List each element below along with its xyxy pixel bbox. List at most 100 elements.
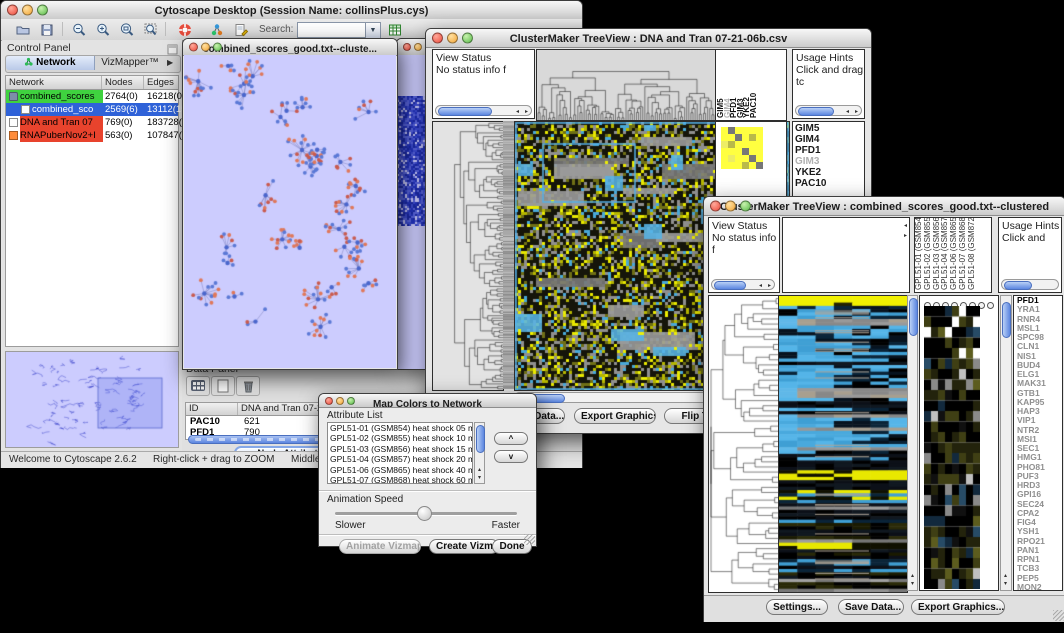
import-table-button[interactable]: [385, 21, 405, 38]
col-id[interactable]: ID: [186, 403, 238, 415]
dense-network-canvas[interactable]: [397, 96, 428, 226]
view-status-hscrollbar[interactable]: ◂ ▸: [711, 279, 775, 290]
settings-button[interactable]: Settings...: [766, 599, 828, 615]
matrix-cell[interactable]: [728, 134, 735, 141]
matrix-cell[interactable]: [735, 141, 742, 148]
minimize-button[interactable]: [336, 397, 344, 405]
scroll-thumb[interactable]: [798, 107, 834, 116]
scroll-down-icon[interactable]: ▾: [911, 580, 914, 588]
maximize-button[interactable]: [213, 43, 222, 52]
create-vizmap-button[interactable]: Create Vizmap: [429, 539, 499, 554]
matrix-cell[interactable]: [749, 141, 756, 148]
matrix-cell[interactable]: [742, 141, 749, 148]
minimize-button[interactable]: [414, 43, 422, 51]
export-graphics-button[interactable]: Export Graphics...: [574, 408, 656, 424]
treeview-dna-titlebar[interactable]: ClusterMaker TreeView : DNA and Tran 07-…: [426, 29, 871, 48]
matrix-cell[interactable]: [728, 127, 735, 134]
usage-hints-hscrollbar[interactable]: [1001, 279, 1059, 290]
attribute-item[interactable]: GPL51-06 (GSM865) heat shock 40 min: [328, 465, 472, 475]
open-button[interactable]: [13, 21, 33, 38]
matrix-cell[interactable]: [735, 162, 742, 169]
attribute-item[interactable]: GPL51-01 (GSM854) heat shock 05 min: [328, 423, 472, 433]
attribute-item[interactable]: GPL51-07 (GSM868) heat shock 60 min: [328, 475, 472, 484]
column-dendrogram-canvas[interactable]: [536, 49, 716, 121]
view-status-hscrollbar[interactable]: ◂ ▸: [435, 105, 532, 116]
plugin-button[interactable]: [207, 21, 227, 38]
matrix-cell[interactable]: [749, 134, 756, 141]
col-network[interactable]: Network: [6, 76, 102, 89]
close-button[interactable]: [189, 43, 198, 52]
matrix-cell[interactable]: [728, 162, 735, 169]
matrix-cell[interactable]: [742, 148, 749, 155]
maximize-button[interactable]: [347, 397, 355, 405]
matrix-cell[interactable]: [742, 134, 749, 141]
scroll-up-icon[interactable]: ▴: [478, 466, 481, 474]
matrix-cell[interactable]: [749, 162, 756, 169]
matrix-cell[interactable]: [756, 134, 763, 141]
minimize-button[interactable]: [725, 201, 736, 212]
attribute-item[interactable]: GPL51-04 (GSM857) heat shock 20 min: [328, 454, 472, 464]
scroll-thumb[interactable]: [438, 107, 492, 116]
heatmap-canvas[interactable]: [778, 295, 908, 593]
attribute-item[interactable]: GPL51-03 (GSM856) heat shock 15 min: [328, 444, 472, 454]
maximize-button[interactable]: [740, 201, 751, 212]
resize-grip[interactable]: [1053, 610, 1064, 621]
zoom-fit-button[interactable]: [117, 21, 137, 38]
tab-overflow-icon[interactable]: ▶: [167, 58, 173, 67]
matrix-cell[interactable]: [735, 148, 742, 155]
gene-list-vscrollbar[interactable]: ▴ ▾: [1000, 295, 1012, 591]
resize-grip[interactable]: [524, 534, 535, 545]
network-row[interactable]: combined_scores2764(0)16218(0): [6, 90, 178, 103]
tab-network[interactable]: Network: [6, 56, 95, 70]
matrix-cell[interactable]: [756, 155, 763, 162]
heatmap-vscrollbar[interactable]: ▴ ▾: [907, 295, 918, 591]
cluster-matrix[interactable]: [721, 127, 763, 169]
dialog-titlebar[interactable]: Map Colors to Network: [319, 394, 536, 408]
delete-attribute-button[interactable]: [236, 376, 260, 396]
scroll-right-icon[interactable]: ▸: [768, 282, 771, 290]
minimize-button[interactable]: [447, 33, 458, 44]
matrix-cell[interactable]: [756, 141, 763, 148]
scroll-thumb[interactable]: [1004, 281, 1032, 290]
network-view-titlebar[interactable]: combined_scores_good.txt--cluste...: [183, 39, 397, 56]
new-attribute-button[interactable]: [211, 376, 235, 396]
scroll-left-icon[interactable]: ◂: [904, 222, 907, 230]
close-button[interactable]: [710, 201, 721, 212]
speed-slider-thumb[interactable]: [417, 506, 432, 521]
scroll-up-icon[interactable]: ▴: [1004, 572, 1007, 580]
matrix-cell[interactable]: [721, 148, 728, 155]
scroll-thumb[interactable]: [1002, 302, 1011, 338]
matrix-cell[interactable]: [728, 148, 735, 155]
col-edges[interactable]: Edges: [144, 76, 178, 89]
overview-canvas[interactable]: [6, 352, 178, 447]
tab-vizmapper[interactable]: VizMapper™: [95, 56, 165, 70]
network-row[interactable]: combined_sco2569(6)13112(15): [6, 103, 178, 116]
col-nodes[interactable]: Nodes: [102, 76, 144, 89]
matrix-cell[interactable]: [742, 127, 749, 134]
matrix-cell[interactable]: [721, 141, 728, 148]
matrix-cell[interactable]: [749, 155, 756, 162]
scroll-down-icon[interactable]: ▾: [1004, 580, 1007, 588]
help-button[interactable]: [175, 21, 195, 38]
attribute-listbox[interactable]: GPL51-01 (GSM854) heat shock 05 min GPL51…: [327, 422, 473, 484]
matrix-cell[interactable]: [749, 148, 756, 155]
matrix-cell[interactable]: [721, 155, 728, 162]
scroll-up-icon[interactable]: ▴: [911, 572, 914, 580]
usage-hints-hscrollbar[interactable]: ◂ ▸: [795, 105, 862, 116]
treeview-combined-titlebar[interactable]: ClusterMaker TreeView : combined_scores_…: [704, 197, 1064, 216]
minimize-button[interactable]: [22, 5, 33, 16]
annotation-button[interactable]: [231, 21, 251, 38]
save-button[interactable]: [37, 21, 57, 38]
export-graphics-button[interactable]: Export Graphics...: [911, 599, 1005, 615]
scroll-right-icon[interactable]: ▸: [855, 108, 858, 116]
matrix-cell[interactable]: [735, 134, 742, 141]
matrix-cell[interactable]: [721, 134, 728, 141]
row-dendrogram-canvas[interactable]: [432, 121, 504, 391]
network-overview[interactable]: [5, 351, 179, 448]
zoom-in-button[interactable]: [93, 21, 113, 38]
attribute-vscrollbar[interactable]: ▴ ▾: [474, 422, 485, 484]
zoom-out-button[interactable]: [69, 21, 89, 38]
save-data-button[interactable]: Save Data...: [838, 599, 904, 615]
matrix-cell[interactable]: [735, 127, 742, 134]
close-button[interactable]: [325, 397, 333, 405]
